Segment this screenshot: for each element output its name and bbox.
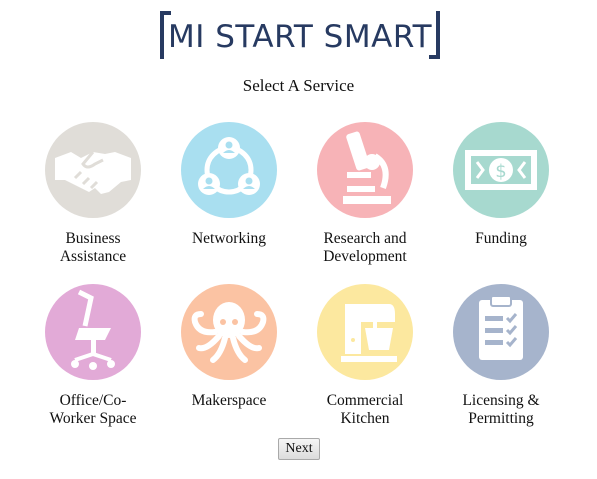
service-label: Funding: [475, 230, 527, 247]
logo-bracket-left-top: [160, 11, 171, 15]
microscope-icon: [343, 131, 391, 204]
service-label: Research and Development: [323, 230, 407, 265]
service-circle[interactable]: [317, 122, 413, 218]
handshake-icon: [55, 151, 131, 194]
service-research-development[interactable]: Research and Development: [301, 122, 429, 266]
service-makerspace[interactable]: Makerspace: [165, 284, 293, 410]
service-label: Commercial Kitchen: [326, 392, 404, 427]
service-label: Licensing & Permitting: [462, 392, 540, 427]
office-chair-icon: [71, 289, 115, 370]
service-office-coworker-space[interactable]: Office/Co- Worker Space: [29, 284, 157, 428]
page-subtitle: Select A Service: [242, 76, 355, 95]
logo-bracket-right-bottom: [429, 55, 440, 59]
clipboard-checklist-icon: [479, 295, 523, 360]
service-circle[interactable]: $: [453, 122, 549, 218]
service-circle[interactable]: [181, 284, 277, 380]
stand-mixer-icon: [341, 304, 397, 362]
network-icon: [198, 137, 260, 195]
service-networking[interactable]: Networking: [165, 122, 293, 248]
service-label: Business Assistance: [59, 230, 127, 265]
service-circle[interactable]: [453, 284, 549, 380]
svg-text:$: $: [495, 161, 506, 182]
brand-title: MI START SMART: [167, 19, 433, 55]
service-business-assistance[interactable]: Business Assistance: [29, 122, 157, 266]
service-licensing-permitting[interactable]: Licensing & Permitting: [437, 284, 565, 428]
service-funding[interactable]: $ Funding: [437, 122, 565, 248]
service-circle[interactable]: [45, 122, 141, 218]
brand-logo: MI START SMART: [160, 11, 440, 59]
service-circle[interactable]: [45, 284, 141, 380]
money-icon: $: [465, 150, 537, 190]
service-circle[interactable]: [181, 122, 277, 218]
service-label: Makerspace: [191, 392, 267, 409]
service-label: Office/Co- Worker Space: [49, 392, 137, 427]
service-commercial-kitchen[interactable]: Commercial Kitchen: [301, 284, 429, 428]
service-label: Networking: [191, 230, 267, 247]
next-button[interactable]: Next: [278, 438, 320, 460]
service-circle[interactable]: [317, 284, 413, 380]
octopus-icon: [191, 302, 267, 363]
